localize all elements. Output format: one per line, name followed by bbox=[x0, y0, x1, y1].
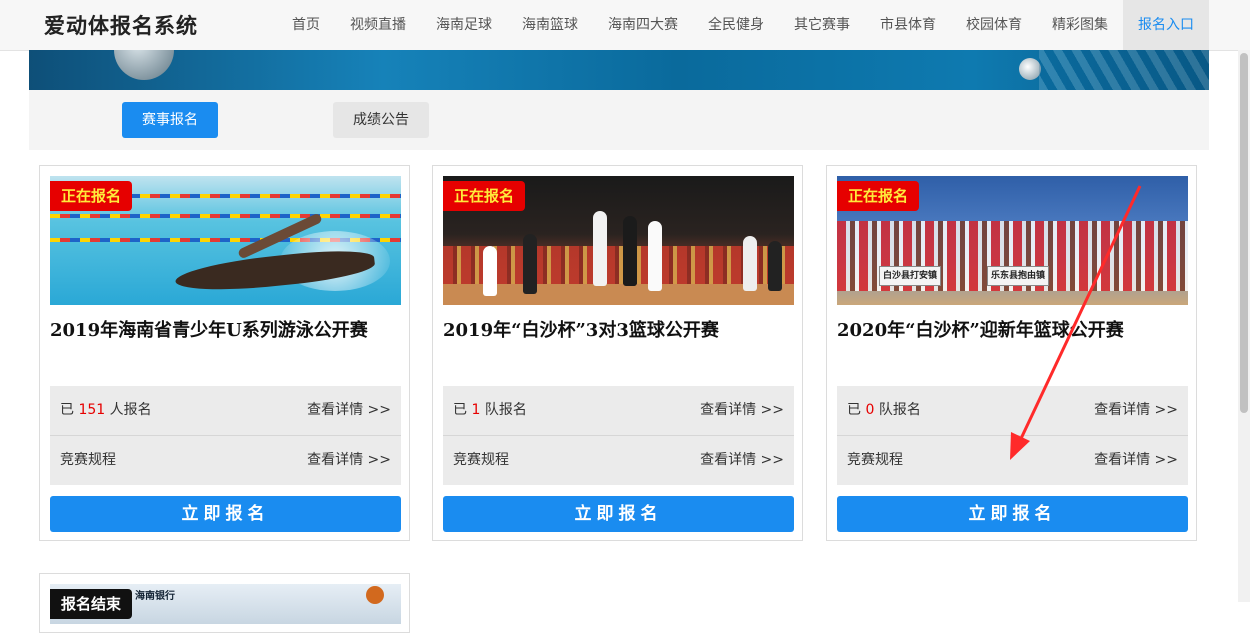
nav-item-gallery[interactable]: 精彩图集 bbox=[1037, 0, 1123, 50]
player bbox=[623, 216, 637, 286]
nav-item-other-events[interactable]: 其它赛事 bbox=[779, 0, 865, 50]
rules-row: 竞赛规程 查看详情 >> bbox=[443, 436, 794, 485]
signup-count-row: 已 151 人报名 查看详情 >> bbox=[50, 386, 401, 436]
player bbox=[743, 236, 757, 291]
page-scrollbar[interactable] bbox=[1238, 50, 1250, 602]
banner-decoration bbox=[114, 50, 174, 80]
site-logo-title[interactable]: 爱动体报名系统 bbox=[44, 10, 198, 40]
section-tab-bar: 赛事报名 成绩公告 bbox=[29, 90, 1209, 150]
nav-item-hainan-four-events[interactable]: 海南四大赛 bbox=[593, 0, 693, 50]
event-title[interactable]: 2019年“白沙杯”3对3篮球公开赛 bbox=[443, 316, 794, 342]
tab-results-notice[interactable]: 成绩公告 bbox=[333, 102, 429, 138]
rules-row: 竞赛规程 查看详情 >> bbox=[837, 436, 1188, 485]
rules-label: 竞赛规程 bbox=[453, 452, 509, 468]
player bbox=[768, 241, 782, 291]
scrollbar-thumb[interactable] bbox=[1240, 53, 1248, 413]
player bbox=[593, 211, 607, 286]
team-sign: 白沙县打安镇 bbox=[879, 266, 942, 286]
nav-item-hainan-football[interactable]: 海南足球 bbox=[421, 0, 507, 50]
status-badge: 正在报名 bbox=[837, 181, 920, 211]
signup-count: 已 151 人报名 bbox=[60, 402, 152, 418]
nav-item-county-sports[interactable]: 市县体育 bbox=[865, 0, 951, 50]
apply-now-button[interactable]: 立即报名 bbox=[837, 496, 1188, 532]
nav-item-live-video[interactable]: 视频直播 bbox=[335, 0, 421, 50]
player bbox=[648, 221, 662, 291]
player bbox=[523, 234, 537, 294]
banner-decoration bbox=[1039, 50, 1209, 90]
signup-count-row: 已 1 队报名 查看详情 >> bbox=[443, 386, 794, 436]
view-details-link[interactable]: 查看详情 >> bbox=[700, 436, 784, 485]
nav-item-home[interactable]: 首页 bbox=[277, 0, 335, 50]
team-sign: 乐东县抱由镇 bbox=[987, 266, 1050, 286]
lane-rope bbox=[50, 214, 401, 218]
nav-item-hainan-basketball[interactable]: 海南篮球 bbox=[507, 0, 593, 50]
signup-count: 已 1 队报名 bbox=[453, 402, 527, 418]
nav-item-campus-sports[interactable]: 校园体育 bbox=[951, 0, 1037, 50]
nav-item-fitness[interactable]: 全民健身 bbox=[693, 0, 779, 50]
apply-now-button[interactable]: 立即报名 bbox=[443, 496, 794, 532]
event-card: 正在报名 2019年“白沙杯”3对3篮球公开赛 已 1 队报名 查看详情 >> … bbox=[432, 165, 803, 541]
apply-now-button[interactable]: 立即报名 bbox=[50, 496, 401, 532]
rules-row: 竞赛规程 查看详情 >> bbox=[50, 436, 401, 485]
signup-count-row: 已 0 队报名 查看详情 >> bbox=[837, 386, 1188, 436]
event-title[interactable]: 2020年“白沙杯”迎新年篮球公开赛 bbox=[837, 316, 1188, 342]
basketball-icon bbox=[366, 586, 384, 604]
view-details-link[interactable]: 查看详情 >> bbox=[307, 436, 391, 485]
status-badge: 正在报名 bbox=[443, 181, 526, 211]
event-card: 海南银行 报名结束 bbox=[39, 573, 410, 633]
main-nav: 首页 视频直播 海南足球 海南篮球 海南四大赛 全民健身 其它赛事 市县体育 校… bbox=[277, 0, 1209, 50]
status-badge: 报名结束 bbox=[50, 589, 133, 619]
rules-label: 竞赛规程 bbox=[847, 452, 903, 468]
event-card: 正在报名 2019年海南省青少年U系列游泳公开赛 已 151 人报名 查看详情 … bbox=[39, 165, 410, 541]
event-card: 白沙县打安镇 乐东县抱由镇 正在报名 2020年“白沙杯”迎新年篮球公开赛 已 … bbox=[826, 165, 1197, 541]
rules-label: 竞赛规程 bbox=[60, 452, 116, 468]
status-badge: 正在报名 bbox=[50, 181, 133, 211]
view-details-link[interactable]: 查看详情 >> bbox=[700, 386, 784, 435]
event-title[interactable]: 2019年海南省青少年U系列游泳公开赛 bbox=[50, 316, 401, 342]
top-navbar: 爱动体报名系统 首页 视频直播 海南足球 海南篮球 海南四大赛 全民健身 其它赛… bbox=[0, 0, 1250, 51]
view-details-link[interactable]: 查看详情 >> bbox=[1094, 386, 1178, 435]
tab-event-signup[interactable]: 赛事报名 bbox=[122, 102, 218, 138]
hero-banner bbox=[29, 50, 1209, 90]
view-details-link[interactable]: 查看详情 >> bbox=[1094, 436, 1178, 485]
signup-count: 已 0 队报名 bbox=[847, 402, 921, 418]
view-details-link[interactable]: 查看详情 >> bbox=[307, 386, 391, 435]
photo-text: 海南银行 bbox=[135, 591, 175, 602]
banner-decoration bbox=[1019, 58, 1041, 80]
player bbox=[483, 246, 497, 296]
nav-item-registration[interactable]: 报名入口 bbox=[1123, 0, 1209, 50]
